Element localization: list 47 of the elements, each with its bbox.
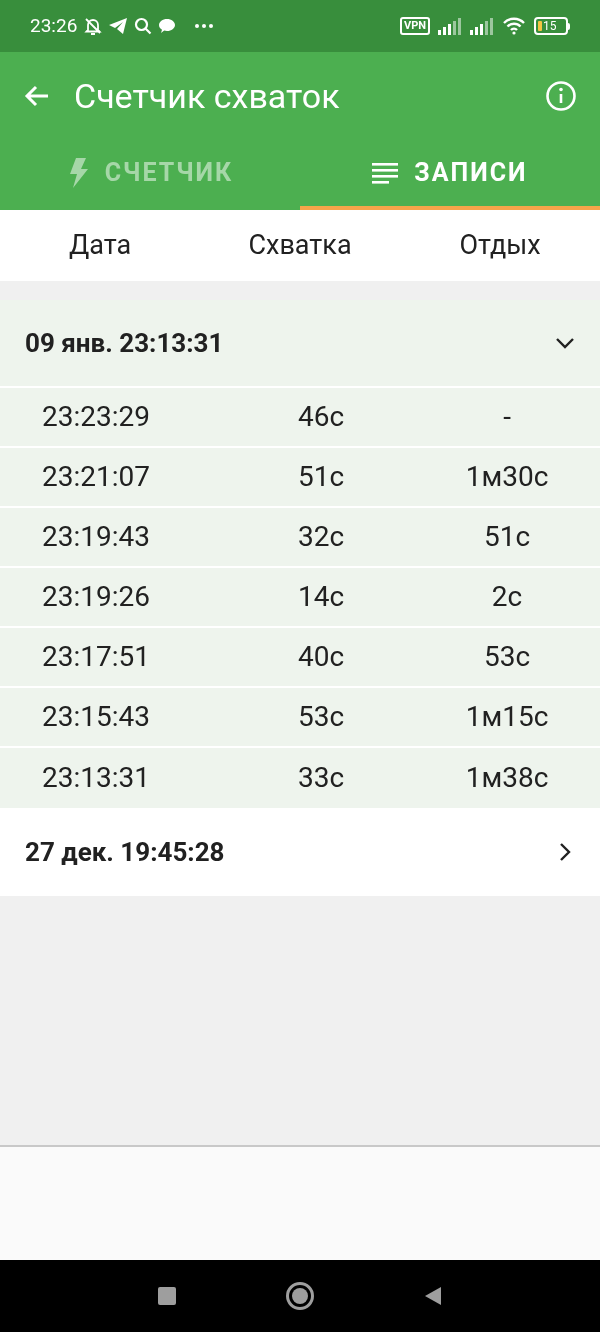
home-button[interactable] (286, 1282, 314, 1310)
more-icon (194, 23, 215, 29)
table-cell-text: 1м30с (465, 459, 549, 495)
info-button[interactable] (544, 79, 578, 113)
send-icon (108, 17, 129, 35)
table-cell-text: 33с (297, 760, 345, 796)
signal-icon (470, 17, 494, 35)
table-cell-text: 1м38с (465, 760, 549, 796)
status-time: 23:26 (30, 12, 78, 39)
search-icon (134, 17, 153, 35)
vpn-badge: VPN (399, 17, 430, 35)
column-header: Схватка (248, 228, 352, 264)
table-cell-text: 14с (297, 579, 345, 615)
list-icon (372, 162, 399, 184)
signal-icon (438, 17, 462, 35)
column-header: Дата (68, 228, 132, 264)
table-cell: 23:17:51 (42, 640, 150, 673)
group-title: 09 янв. 23:13:31 (25, 326, 225, 360)
group-header[interactable]: 27 дек. 19:45:28 (0, 808, 600, 896)
column-header: Отдых (459, 228, 541, 264)
recents-button[interactable] (158, 1287, 176, 1305)
app-title: Счетчик схваток (74, 74, 341, 118)
table-cell: 23:15:43 (42, 700, 150, 733)
group-title: 27 дек. 19:45:28 (25, 835, 226, 869)
wifi-icon (502, 17, 526, 35)
table-cell: 23:21:07 (42, 460, 150, 493)
chat-icon (158, 18, 177, 34)
table-cell-text: 51с (483, 519, 531, 555)
table-cell-text: 40с (297, 639, 345, 675)
group-header[interactable]: 09 янв. 23:13:31 (0, 300, 600, 388)
table-cell-text: 2с (491, 579, 523, 615)
battery-level: 15 (543, 20, 557, 32)
back-nav-icon[interactable] (424, 1286, 442, 1306)
muted-bell-icon (83, 16, 104, 36)
table-cell-text: 51с (297, 459, 345, 495)
table-cell-text: 32с (297, 519, 345, 555)
table-cell-text: - (503, 399, 511, 435)
table-cell-text: 46с (297, 399, 345, 435)
table-cell: 23:23:29 (42, 400, 150, 433)
table-cell-text: 53с (297, 699, 345, 735)
table-cell-text: 1м15с (465, 699, 549, 735)
info-icon (545, 80, 577, 112)
table-cell: 23:13:31 (42, 761, 150, 794)
table-cell: 23:19:43 (42, 520, 150, 553)
table-cell: 23:19:26 (42, 580, 150, 613)
back-arrow-icon (24, 85, 50, 107)
table-cell-text: 53с (483, 639, 531, 675)
